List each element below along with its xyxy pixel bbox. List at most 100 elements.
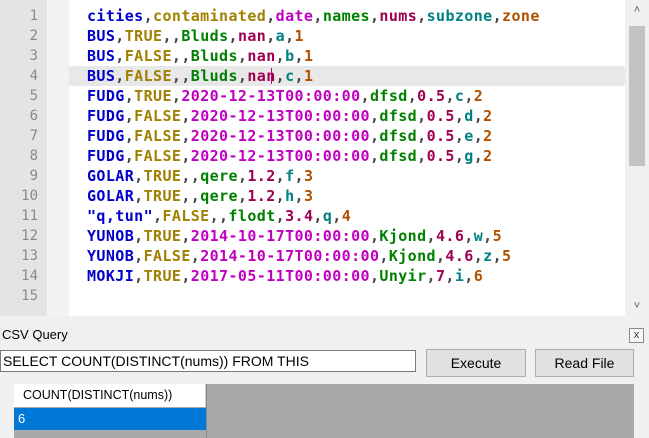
delimiter: ,: [134, 267, 144, 285]
csv-field: names: [322, 7, 370, 25]
delimiter: ,: [417, 107, 427, 125]
vertical-scrollbar[interactable]: ˄ ˅: [625, 0, 649, 316]
delimiter: ,: [473, 147, 484, 165]
chevron-up-icon[interactable]: ˄: [625, 0, 649, 20]
csv-field: GOLAR: [87, 167, 135, 185]
csv-field: TRUE: [143, 167, 182, 185]
csv-field: 5: [492, 227, 503, 245]
code-line[interactable]: cities,contaminated,date,names,nums,subz…: [87, 6, 540, 26]
delimiter: ,: [464, 87, 474, 105]
scrollbar-thumb[interactable]: [629, 26, 645, 166]
csv-field: 2020-12-13T00:00:00: [190, 127, 370, 145]
delimiter: ,: [360, 87, 370, 105]
code-line[interactable]: YUNOB,TRUE,2014-10-17T00:00:00,Kjond,4.6…: [87, 226, 502, 246]
code-line[interactable]: GOLAR,TRUE,,qere,1.2,f,3: [87, 166, 313, 186]
csv-field: MOKJI: [87, 267, 135, 285]
delimiter: ,: [285, 27, 295, 45]
delimiter: ,: [294, 167, 304, 185]
delimiter: ,: [473, 107, 484, 125]
result-cell[interactable]: 6: [14, 408, 206, 430]
csv-query-panel-header: CSV Query x: [0, 325, 649, 345]
delimiter: ,: [209, 207, 220, 225]
csv-field: 4.6: [435, 227, 465, 245]
code-line[interactable]: "q,tun",FALSE,,flodt,3.4,q,4: [87, 206, 351, 226]
chevron-down-icon[interactable]: ˅: [625, 296, 649, 316]
delimiter: ,: [171, 67, 182, 85]
delimiter: ,: [115, 27, 125, 45]
csv-field: 1: [303, 47, 314, 65]
delimiter: ,: [445, 267, 455, 285]
delimiter: ,: [266, 27, 276, 45]
delimiter: ,: [237, 67, 248, 85]
column-header[interactable]: COUNT(DISTINCT(nums)): [14, 384, 206, 407]
delimiter: ,: [181, 67, 191, 85]
csv-field: 3: [303, 167, 314, 185]
csv-field: d: [464, 107, 474, 125]
delimiter: ,: [134, 247, 144, 265]
read-file-button[interactable]: Read File: [535, 349, 634, 377]
delimiter: ,: [237, 167, 248, 185]
csv-field: i: [454, 267, 465, 285]
csv-field: FALSE: [134, 107, 182, 125]
delimiter: ,: [407, 87, 418, 105]
code-line[interactable]: BUS,TRUE,,Bluds,nan,a,1: [87, 26, 304, 46]
query-input[interactable]: [0, 350, 416, 372]
csv-editor[interactable]: 1 2 3 4 5 6 7 8 9 10 11 12 13 14 15 cities,contaminate…: [0, 0, 649, 316]
code-line[interactable]: BUS,FALSE,,Bluds,nan,c,1: [87, 66, 313, 86]
execute-button[interactable]: Execute: [426, 349, 526, 377]
csv-field: FUDG: [87, 107, 125, 125]
code-line[interactable]: FUDG,FALSE,2020-12-13T00:00:00,dfsd,0.5,…: [87, 126, 493, 146]
csv-field: 2020-12-13T00:00:00: [181, 87, 361, 105]
csv-field: TRUE: [143, 227, 182, 245]
delimiter: ,: [275, 187, 286, 205]
delimiter: ,: [435, 247, 446, 265]
csv-field: contaminated: [153, 7, 267, 25]
csv-field: 1: [303, 67, 314, 85]
delimiter: ,: [275, 47, 286, 65]
csv-field: YUNOB: [87, 247, 135, 265]
csv-field: 0.5: [426, 107, 455, 125]
csv-field: YUNOB: [87, 227, 135, 245]
csv-field: Unyir: [379, 267, 427, 285]
delimiter: ,: [483, 227, 493, 245]
code-line[interactable]: YUNOB,FALSE,2014-10-17T00:00:00,Kjond,4.…: [87, 246, 511, 266]
code-line[interactable]: FUDG,FALSE,2020-12-13T00:00:00,dfsd,0.5,…: [87, 106, 493, 126]
delimiter: ,: [237, 47, 248, 65]
csv-field: h: [285, 187, 295, 205]
code-line[interactable]: GOLAR,TRUE,,qere,1.2,h,3: [87, 186, 313, 206]
delimiter: ,: [369, 227, 380, 245]
csv-field: cities: [87, 7, 144, 25]
csv-field: FALSE: [134, 147, 182, 165]
delimiter: ,: [115, 67, 125, 85]
delimiter: ,: [134, 187, 144, 205]
csv-field: FALSE: [143, 247, 191, 265]
close-icon[interactable]: x: [629, 328, 644, 343]
csv-field: FALSE: [134, 127, 182, 145]
code-line[interactable]: FUDG,FALSE,2020-12-13T00:00:00,dfsd,0.5,…: [87, 146, 493, 166]
line-number: 5: [29, 88, 38, 104]
delimiter: ,: [464, 227, 474, 245]
csv-field: z: [483, 247, 493, 265]
delimiter: ,: [190, 187, 201, 205]
csv-field: 2017-05-11T00:00:00: [190, 267, 370, 285]
delimiter: ,: [181, 167, 191, 185]
delimiter: ,: [464, 267, 474, 285]
csv-field: 0.5: [426, 127, 455, 145]
delimiter: ,: [369, 107, 380, 125]
line-number-gutter: 1 2 3 4 5 6 7 8 9 10 11 12 13 14 15: [0, 0, 47, 316]
csv-field: 1.2: [247, 187, 276, 205]
csv-field: FALSE: [162, 207, 210, 225]
results-grid[interactable]: COUNT(DISTINCT(nums)) 6: [14, 384, 634, 438]
line-number: 6: [29, 108, 38, 124]
text-caret: [271, 68, 272, 84]
csv-field: 2020-12-13T00:00:00: [190, 107, 370, 125]
csv-field: g: [464, 147, 474, 165]
code-line[interactable]: MOKJI,TRUE,2017-05-11T00:00:00,Unyir,7,i…: [87, 266, 483, 286]
csv-field: dfsd: [379, 127, 418, 145]
csv-field: TRUE: [143, 267, 182, 285]
delimiter: ,: [294, 67, 304, 85]
csv-field: Bluds: [190, 47, 238, 65]
delimiter: ,: [181, 107, 191, 125]
code-line[interactable]: FUDG,TRUE,2020-12-13T00:00:00,dfsd,0.5,c…: [87, 86, 483, 106]
code-line[interactable]: BUS,FALSE,,Bluds,nan,b,1: [87, 46, 313, 66]
